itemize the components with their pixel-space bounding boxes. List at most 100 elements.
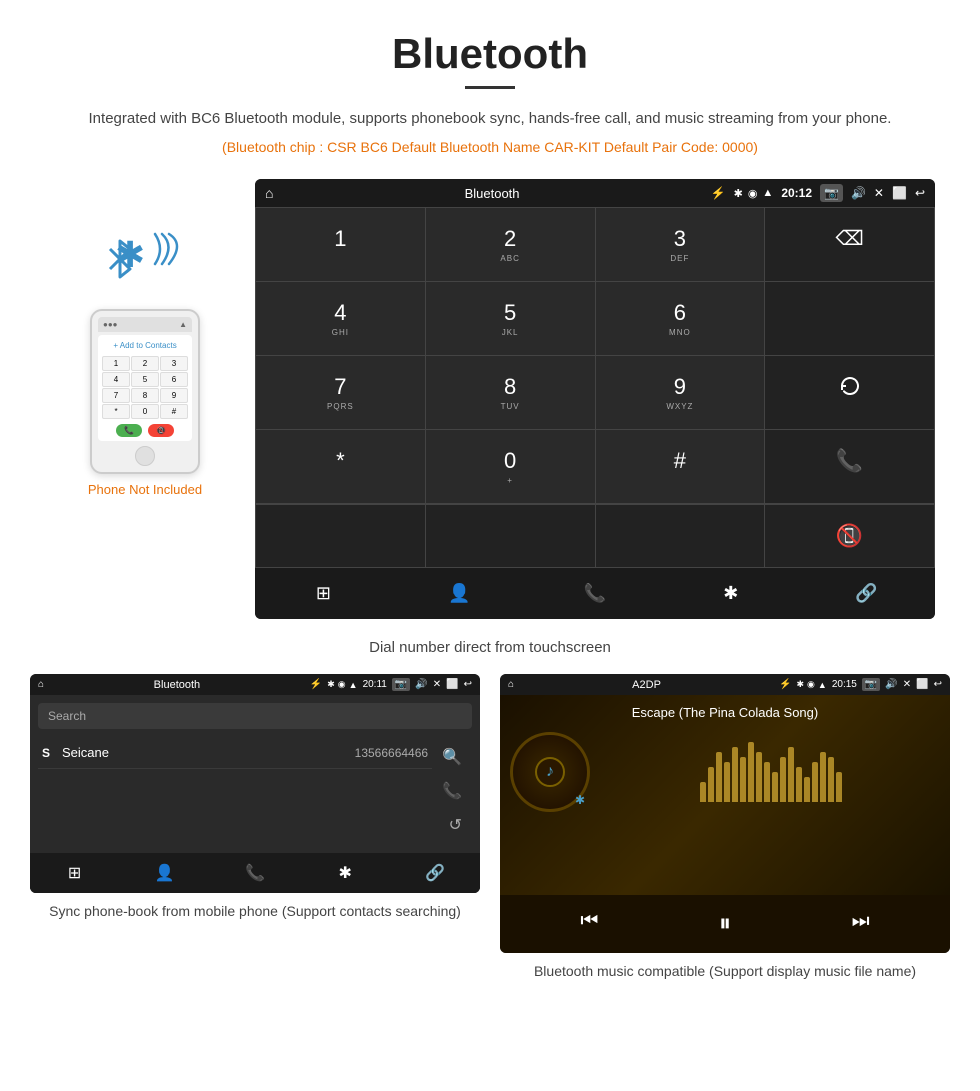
phone-key-6: 6 bbox=[160, 372, 188, 387]
eq-bar bbox=[748, 742, 754, 802]
ms-bt-icon: ✱ bbox=[797, 679, 805, 690]
phone-bottom-buttons: 📞 📵 bbox=[102, 424, 188, 437]
next-track-button[interactable]: ⏭ bbox=[842, 905, 880, 943]
pb-call-action-icon[interactable]: 📞 bbox=[438, 777, 466, 805]
ms-cam-icon: 📷 bbox=[862, 678, 880, 691]
usb-icon: ⚡ bbox=[711, 186, 726, 200]
dial-key-backspace[interactable]: ⌫ bbox=[765, 208, 934, 281]
bluetooth-icon-area: ✱ bbox=[105, 219, 185, 299]
phonebook-actions: 🔍 📞 ↺ bbox=[432, 737, 472, 845]
title-underline bbox=[465, 86, 515, 89]
prev-track-button[interactable]: ⏮ bbox=[570, 905, 608, 943]
end-call-row: 📵 bbox=[255, 504, 935, 568]
end-call-empty3 bbox=[596, 505, 765, 567]
album-art: ♪ ✱ bbox=[510, 732, 590, 812]
dial-key-refresh[interactable] bbox=[765, 356, 934, 429]
pb-footer-bt[interactable]: ✱ bbox=[301, 853, 390, 893]
pb-footer-link[interactable]: 🔗 bbox=[391, 853, 480, 893]
eq-bar bbox=[788, 747, 794, 802]
footer-apps-icon[interactable]: ⊞ bbox=[256, 569, 391, 618]
footer-contacts-icon[interactable]: 👤 bbox=[392, 569, 527, 618]
dial-caption: Dial number direct from touchscreen bbox=[369, 639, 611, 656]
eq-bar bbox=[796, 767, 802, 802]
ms-loc-icon: ◉ bbox=[807, 679, 815, 690]
dial-key-2[interactable]: 2ABC bbox=[426, 208, 595, 281]
phone-key-2: 2 bbox=[131, 356, 159, 371]
phone-key-5: 5 bbox=[131, 372, 159, 387]
dialpad-status-time: 20:12 bbox=[781, 186, 812, 200]
eq-bar bbox=[772, 772, 778, 802]
camera-icon: 📷 bbox=[820, 184, 843, 202]
dial-key-hash[interactable]: # bbox=[596, 430, 765, 503]
ms-home-icon: ⌂ bbox=[508, 679, 514, 690]
eq-bar bbox=[708, 767, 714, 802]
pb-win-icon: ⬜ bbox=[446, 679, 458, 690]
dialpad-status-title: Bluetooth bbox=[281, 186, 702, 201]
pb-usb-icon: ⚡ bbox=[310, 679, 322, 690]
pb-bt-icon: ✱ bbox=[327, 679, 335, 690]
bottom-section: ⌂ Bluetooth ⚡ ✱ ◉ ▲ 20:11 📷 🔊 ✕ ⬜ ↩ bbox=[30, 674, 950, 982]
phonebook-footer: ⊞ 👤 📞 ✱ 🔗 bbox=[30, 853, 480, 893]
phonebook-screenshot: ⌂ Bluetooth ⚡ ✱ ◉ ▲ 20:11 📷 🔊 ✕ ⬜ ↩ bbox=[30, 674, 480, 982]
pb-search-action-icon[interactable]: 🔍 bbox=[438, 743, 466, 771]
dial-key-5[interactable]: 5JKL bbox=[426, 282, 595, 355]
phone-key-1: 1 bbox=[102, 356, 130, 371]
dial-key-9[interactable]: 9WXYZ bbox=[596, 356, 765, 429]
phonebook-search[interactable]: Search bbox=[38, 703, 472, 729]
window-icon: ⬜ bbox=[892, 186, 907, 200]
main-content: ✱ ●●● ▲ + Ad bbox=[0, 179, 980, 998]
phone-key-0: 0 bbox=[131, 404, 159, 419]
phonebook-list: S Seicane 13566664466 bbox=[38, 737, 432, 845]
dialpad-statusbar: ⌂ Bluetooth ⚡ ✱ ◉ ▲ 20:12 📷 🔊 ✕ ⬜ ↩ bbox=[255, 179, 935, 207]
phone-screen: + Add to Contacts 1 2 3 4 5 6 7 8 9 * 0 … bbox=[98, 335, 192, 441]
music-screen-content: Escape (The Pina Colada Song) ♪ ✱ bbox=[500, 695, 950, 895]
phone-key-hash: # bbox=[160, 404, 188, 419]
bt-logo-icon bbox=[105, 239, 135, 279]
album-art-inner: ♪ bbox=[535, 757, 565, 787]
ms-signal-icon: ▲ bbox=[818, 680, 827, 690]
back-icon: ↩ bbox=[915, 186, 925, 200]
dial-key-0[interactable]: 0+ bbox=[426, 430, 595, 503]
dial-key-7[interactable]: 7PQRS bbox=[256, 356, 425, 429]
phonebook-main: S Seicane 13566664466 🔍 📞 ↺ bbox=[38, 737, 472, 845]
dial-key-call-red[interactable]: 📵 bbox=[765, 505, 934, 567]
play-pause-button[interactable]: ⏸ bbox=[709, 905, 741, 943]
eq-bar bbox=[836, 772, 842, 802]
phone-illustration: ✱ ●●● ▲ + Ad bbox=[45, 219, 245, 497]
music-caption-text: Bluetooth music compatible (Support disp… bbox=[534, 963, 916, 979]
dial-key-3[interactable]: 3DEF bbox=[596, 208, 765, 281]
pb-loc-icon: ◉ bbox=[338, 679, 346, 690]
ms-status-title: A2DP bbox=[519, 679, 774, 691]
ms-status-time: 20:15 bbox=[832, 679, 857, 690]
footer-bluetooth-icon[interactable]: ✱ bbox=[663, 569, 798, 618]
call-green-icon: 📞 bbox=[836, 448, 863, 473]
pb-footer-apps[interactable]: ⊞ bbox=[30, 853, 119, 893]
eq-bar bbox=[764, 762, 770, 802]
dial-key-6[interactable]: 6MNO bbox=[596, 282, 765, 355]
dial-key-8[interactable]: 8TUV bbox=[426, 356, 595, 429]
footer-link-icon[interactable]: 🔗 bbox=[799, 569, 934, 618]
status-icons: ✱ ◉ ▲ bbox=[734, 187, 774, 200]
dial-key-1[interactable]: 1 bbox=[256, 208, 425, 281]
pb-footer-phone[interactable]: 📞 bbox=[210, 853, 299, 893]
pb-footer-user[interactable]: 👤 bbox=[120, 853, 209, 893]
music-screen: ⌂ A2DP ⚡ ✱ ◉ ▲ 20:15 📷 🔊 ✕ ⬜ ↩ E bbox=[500, 674, 950, 953]
phonebook-entry[interactable]: S Seicane 13566664466 bbox=[38, 737, 432, 769]
eq-bar bbox=[804, 777, 810, 802]
wifi-waves-icon bbox=[150, 224, 185, 281]
album-bt-icon: ✱ bbox=[575, 793, 585, 807]
search-placeholder: Search bbox=[48, 709, 86, 723]
dial-key-call-green[interactable]: 📞 bbox=[765, 430, 934, 503]
dial-key-4[interactable]: 4GHI bbox=[256, 282, 425, 355]
dialpad-footer: ⊞ 👤 📞 ✱ 🔗 bbox=[255, 568, 935, 619]
footer-phone-icon[interactable]: 📞 bbox=[528, 569, 663, 618]
pb-refresh-action-icon[interactable]: ↺ bbox=[445, 811, 466, 839]
ms-close-icon: ✕ bbox=[903, 679, 911, 690]
dial-key-star[interactable]: * bbox=[256, 430, 425, 503]
eq-bar bbox=[828, 757, 834, 802]
page-specs: (Bluetooth chip : CSR BC6 Default Blueto… bbox=[60, 139, 920, 155]
music-controls: ⏮ ⏸ ⏭ bbox=[500, 895, 950, 953]
page-header: Bluetooth Integrated with BC6 Bluetooth … bbox=[0, 0, 980, 179]
page-title: Bluetooth bbox=[60, 30, 920, 78]
phone-top-bar: ●●● ▲ bbox=[98, 317, 192, 332]
